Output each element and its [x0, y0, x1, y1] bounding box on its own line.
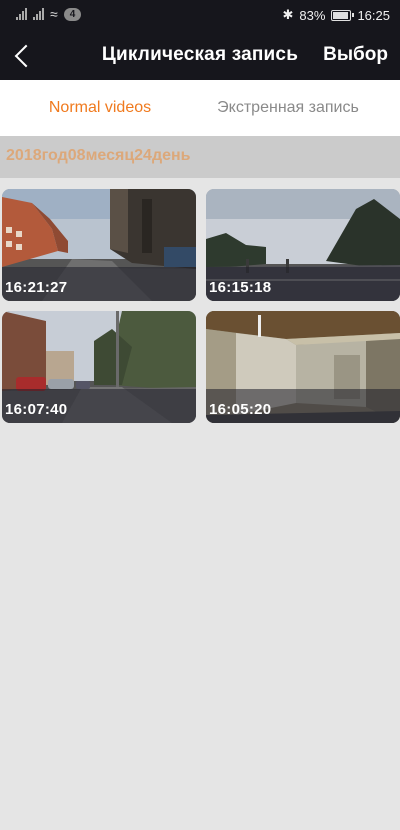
bluetooth-icon: ✱	[282, 7, 294, 22]
back-arrow-icon[interactable]	[8, 40, 40, 72]
clock: 16:25	[357, 7, 390, 23]
video-thumbnail[interactable]: 16:15:18	[206, 189, 400, 301]
tab-emergency-recording[interactable]: Экстренная запись	[188, 80, 388, 136]
status-bar: ≈ 4 ✱ 83% 16:25	[0, 0, 400, 32]
wifi-icon: ≈	[50, 6, 58, 22]
date-header: 2018год08месяц24день	[0, 136, 400, 178]
video-thumbnail[interactable]: 16:21:27	[2, 189, 196, 301]
video-time: 16:15:18	[209, 279, 272, 296]
video-time: 16:21:27	[5, 279, 68, 296]
video-time: 16:05:20	[209, 401, 272, 418]
date-label: 2018год08месяц24день	[6, 147, 191, 164]
battery-icon	[331, 9, 355, 21]
wifi-badge: 4	[63, 7, 82, 21]
video-time: 16:07:40	[5, 401, 68, 418]
page-title: Циклическая запись	[101, 44, 299, 65]
video-thumbnail[interactable]: 16:07:40	[2, 311, 196, 423]
select-button[interactable]: Выбор	[323, 44, 388, 66]
tab-bar: Normal videos Экстренная запись	[0, 80, 400, 136]
battery-percent: 83%	[299, 7, 326, 23]
signal-icon	[16, 8, 27, 20]
signal-icon	[33, 8, 44, 20]
tab-normal-videos[interactable]: Normal videos	[0, 80, 200, 136]
video-thumbnail[interactable]: 16:05:20	[206, 311, 400, 423]
nav-bar: Циклическая запись Выбор	[0, 32, 400, 80]
